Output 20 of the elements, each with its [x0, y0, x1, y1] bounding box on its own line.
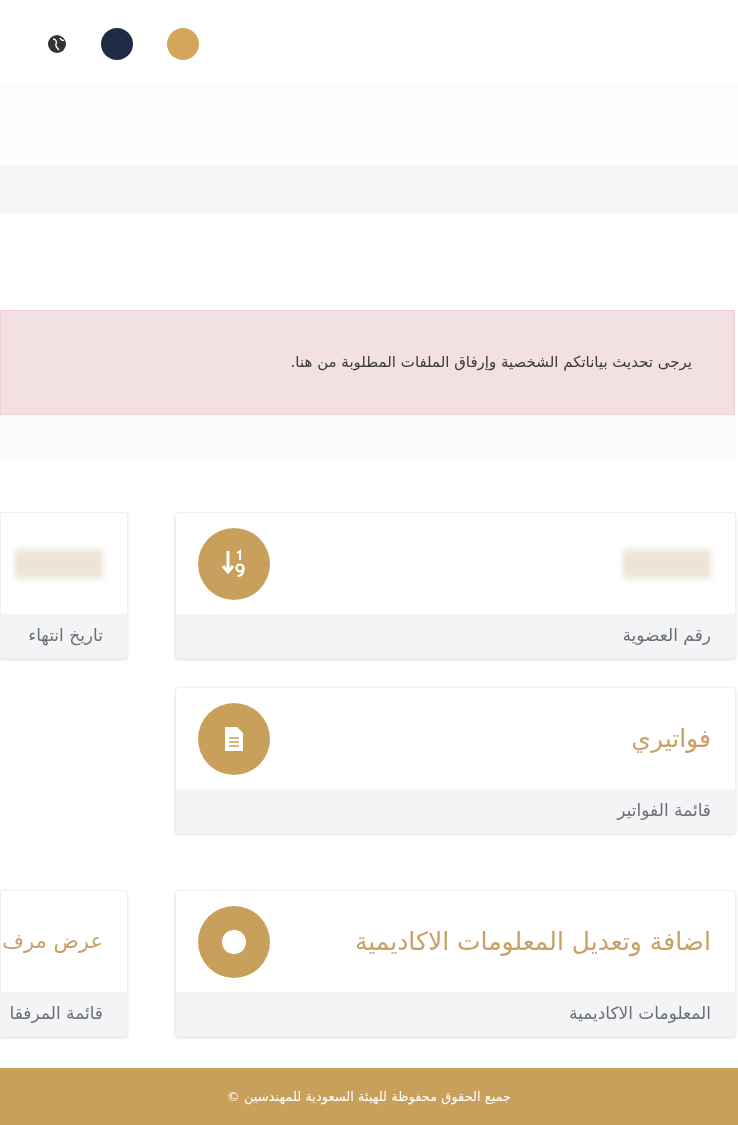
document-icon — [223, 725, 245, 752]
sort-numeric-icon — [221, 548, 247, 579]
card-footer-label: المعلومات الاكاديمية — [568, 1002, 711, 1026]
info-card[interactable]: عرض مرف قائمة المرفقا — [0, 890, 128, 1037]
globe-icon[interactable] — [47, 33, 67, 54]
card-title: فواتيري — [631, 722, 711, 755]
info-card[interactable]: رقم العضوية — [175, 512, 736, 659]
info-card[interactable]: اضافة وتعديل المعلومات الاكاديمية المعلومات الاكاديمية — [175, 890, 736, 1037]
card-title: عرض مرف — [2, 927, 103, 955]
card-footer-label: تاريخ انتهاء — [28, 624, 103, 648]
card-title: اضافة وتعديل المعلومات الاكاديمية — [354, 925, 711, 959]
info-card[interactable]: تاريخ انتهاء — [0, 512, 128, 659]
copyright-text: جميع الحقوق محفوظة للهيئة السعودية للمهندسين © — [226, 1087, 512, 1107]
info-card[interactable]: فواتيري قائمة الفواتير — [175, 687, 736, 834]
theme-swatch[interactable] — [101, 27, 133, 60]
theme-swatch[interactable] — [167, 27, 199, 60]
alert-message: يرجى تحديث بياناتكم الشخصية وإرفاق الملفات المطلوبة من هنا. — [290, 352, 692, 374]
card-footer-label: قائمة الفواتير — [617, 799, 711, 823]
card-footer-label: قائمة المرفقا — [9, 1002, 103, 1026]
card-footer-label: رقم العضوية — [622, 624, 711, 648]
